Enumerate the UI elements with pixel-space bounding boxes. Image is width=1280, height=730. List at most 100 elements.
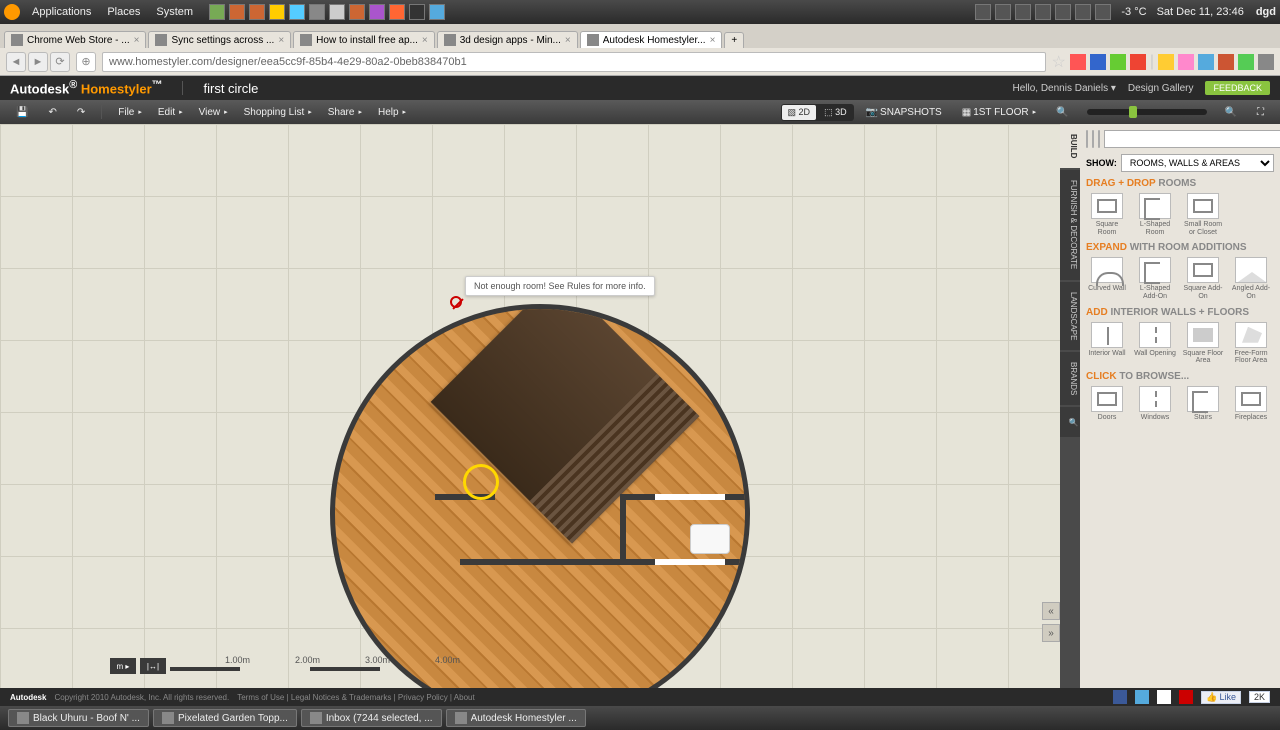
floor-selector[interactable]: ▦ 1ST FLOOR <box>954 105 1044 120</box>
browser-tab[interactable]: Sync settings across ...× <box>148 31 291 48</box>
design-gallery-link[interactable]: Design Gallery <box>1128 83 1194 94</box>
social-icon[interactable] <box>1179 690 1193 704</box>
menu-places[interactable]: Places <box>99 6 148 18</box>
browser-tab[interactable]: How to install free ap...× <box>293 31 435 48</box>
view-3d[interactable]: ⬚ 3D <box>818 105 853 120</box>
tab-close-icon[interactable]: × <box>710 35 716 46</box>
tool-square-floor-area[interactable]: Square Floor Area <box>1182 322 1224 365</box>
tool-small-room-or-closet[interactable]: Small Room or Closet <box>1182 193 1224 236</box>
new-tab-button[interactable]: + <box>724 32 744 48</box>
side-tab-furnish-decorate[interactable]: FURNISH & DECORATE <box>1060 170 1080 279</box>
footer-link[interactable]: Privacy Policy <box>398 693 448 702</box>
ext-icon[interactable] <box>1198 54 1214 70</box>
launcher-icon[interactable] <box>389 4 405 20</box>
launcher-icon[interactable] <box>349 4 365 20</box>
reload-button[interactable]: ⟳ <box>50 52 70 72</box>
tool-square-add-on[interactable]: Square Add-On <box>1182 257 1224 300</box>
forward-button[interactable]: ► <box>28 52 48 72</box>
hello-user[interactable]: Hello, Dennis Daniels ▾ <box>1012 83 1115 94</box>
tray-icon[interactable] <box>1075 4 1091 20</box>
ext-icon[interactable] <box>1130 54 1146 70</box>
launcher-icon[interactable] <box>229 4 245 20</box>
wall-opening[interactable] <box>655 559 725 565</box>
pager-prev[interactable]: « <box>1042 602 1060 620</box>
measure-toggle[interactable]: |↔| <box>140 658 166 674</box>
taskbar-window[interactable]: Inbox (7244 selected, ... <box>301 709 442 727</box>
zoom-out-icon[interactable]: 🔍 <box>1048 105 1076 120</box>
brand-logo[interactable]: Autodesk® Homestyler™ <box>10 79 162 96</box>
taskbar-window[interactable]: Autodesk Homestyler ... <box>446 709 586 727</box>
tool-l-shaped-room[interactable]: L-Shaped Room <box>1134 193 1176 236</box>
footer-link[interactable]: Terms of Use <box>237 693 284 702</box>
ext-icon[interactable] <box>1070 54 1086 70</box>
menu-applications[interactable]: Applications <box>24 6 99 18</box>
ext-icon[interactable] <box>1110 54 1126 70</box>
wall-opening[interactable] <box>655 494 725 500</box>
side-search-icon[interactable]: 🔍 <box>1060 407 1080 437</box>
panel-search-input[interactable] <box>1104 130 1280 148</box>
undo-icon[interactable]: ↶ <box>40 105 64 120</box>
ext-icon[interactable] <box>1090 54 1106 70</box>
interior-wall[interactable] <box>620 494 626 564</box>
launcher-icon[interactable] <box>269 4 285 20</box>
back-button[interactable]: ◄ <box>6 52 26 72</box>
menu-view[interactable]: View <box>191 105 236 120</box>
tool-doors[interactable]: Doors <box>1086 386 1128 422</box>
redo-icon[interactable]: ↷ <box>69 105 93 120</box>
feedback-button[interactable]: FEEDBACK <box>1205 81 1270 95</box>
launcher-icon[interactable] <box>329 4 345 20</box>
browser-tab[interactable]: Chrome Web Store - ...× <box>4 31 146 48</box>
launcher-icon[interactable] <box>429 4 445 20</box>
tool-fireplaces[interactable]: Fireplaces <box>1230 386 1272 422</box>
launcher-icon[interactable] <box>289 4 305 20</box>
panel-fwd-icon[interactable] <box>1092 130 1094 148</box>
site-icon[interactable]: ⊕ <box>76 52 96 72</box>
menu-help[interactable]: Help <box>370 105 414 120</box>
tool-square-room[interactable]: Square Room <box>1086 193 1128 236</box>
tab-close-icon[interactable]: × <box>565 35 571 46</box>
taskbar-window[interactable]: Pixelated Garden Topp... <box>153 709 297 727</box>
side-tab-brands[interactable]: BRANDS <box>1060 352 1080 405</box>
launcher-icon[interactable] <box>409 4 425 20</box>
social-icon[interactable] <box>1135 690 1149 704</box>
wrench-icon[interactable] <box>1258 54 1274 70</box>
footer-link[interactable]: About <box>454 693 475 702</box>
tool-angled-add-on[interactable]: Angled Add-On <box>1230 257 1272 300</box>
panel-back-icon[interactable] <box>1086 130 1088 148</box>
launcher-icon[interactable] <box>309 4 325 20</box>
browser-tab[interactable]: 3d design apps - Min...× <box>437 31 578 48</box>
ext-icon[interactable] <box>1238 54 1254 70</box>
panel-home-icon[interactable] <box>1098 130 1100 148</box>
tray-icon[interactable] <box>1035 4 1051 20</box>
launcher-icon[interactable] <box>209 4 225 20</box>
social-icon[interactable] <box>1157 690 1171 704</box>
ext-icon[interactable] <box>1158 54 1174 70</box>
save-icon[interactable]: 💾 <box>8 105 36 120</box>
canvas-area[interactable]: Not enough room! See Rules for more info… <box>0 124 1060 688</box>
tool-wall-opening[interactable]: Wall Opening <box>1134 322 1176 365</box>
view-2d[interactable]: ▧ 2D <box>782 105 817 120</box>
tray-icon[interactable] <box>1015 4 1031 20</box>
menu-edit[interactable]: Edit <box>150 105 191 120</box>
side-tab-landscape[interactable]: LANDSCAPE <box>1060 282 1080 350</box>
view-toggle[interactable]: ▧ 2D ⬚ 3D <box>781 104 854 121</box>
launcher-icon[interactable] <box>369 4 385 20</box>
user-text[interactable]: dgd <box>1256 6 1276 18</box>
tool-free-form-floor-area[interactable]: Free-Form Floor Area <box>1230 322 1272 365</box>
menu-file[interactable]: File <box>110 105 150 120</box>
social-icon[interactable] <box>1113 690 1127 704</box>
menu-share[interactable]: Share <box>320 105 370 120</box>
tool-windows[interactable]: Windows <box>1134 386 1176 422</box>
tray-icon[interactable] <box>995 4 1011 20</box>
ext-icon[interactable] <box>1178 54 1194 70</box>
url-input[interactable] <box>102 52 1046 72</box>
taskbar-window[interactable]: Black Uhuru - Boof N' ... <box>8 709 149 727</box>
tool-curved-wall[interactable]: Curved Wall <box>1086 257 1128 300</box>
menu-system[interactable]: System <box>148 6 201 18</box>
tab-close-icon[interactable]: × <box>134 35 140 46</box>
menu-shopping-list[interactable]: Shopping List <box>236 105 320 120</box>
fullscreen-icon[interactable]: ⛶ <box>1249 105 1272 120</box>
like-button[interactable]: 👍 Like <box>1201 691 1241 704</box>
unit-toggle[interactable]: m ▸ <box>110 658 136 674</box>
tray-icon[interactable] <box>1095 4 1111 20</box>
